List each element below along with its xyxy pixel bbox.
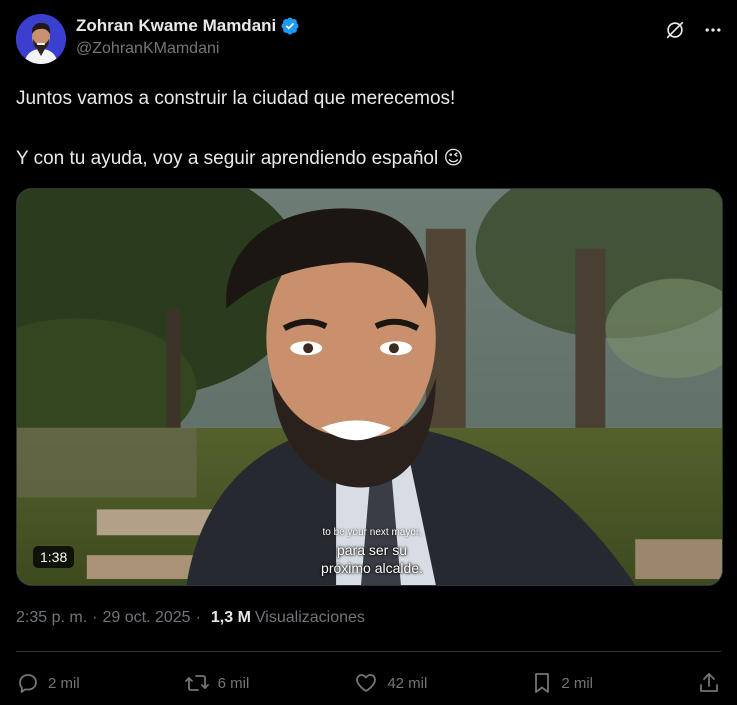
bookmark-button[interactable]: 2 mil	[531, 671, 593, 695]
author-avatar[interactable]	[16, 14, 66, 64]
subtitle-spanish: para ser su próximo alcalde.	[297, 541, 447, 577]
video-player[interactable]: 1:38 to be your next mayor, para ser su …	[16, 188, 723, 586]
tweet-text: Juntos vamos a construir la ciudad que m…	[16, 86, 721, 172]
divider	[16, 651, 721, 652]
tweet-time[interactable]: 2:35 p. m.	[16, 609, 87, 627]
views-count[interactable]: 1,3 M	[211, 609, 251, 627]
repost-icon	[184, 671, 210, 695]
tweet-actions: 2 mil 6 mil 42 mil 2 mil	[16, 668, 721, 698]
repost-button[interactable]: 6 mil	[184, 671, 250, 695]
video-duration-badge: 1:38	[33, 546, 75, 568]
like-button[interactable]: 42 mil	[353, 671, 427, 695]
meta-separator-2: ·	[195, 609, 201, 626]
meta-separator: ·	[92, 609, 98, 626]
more-icon[interactable]	[701, 18, 725, 42]
tweet-meta: 2:35 p. m. · 29 oct. 2025 · 1,3 M Visual…	[16, 609, 365, 627]
author-handle[interactable]: @ZohranKMamdani	[76, 40, 300, 58]
reply-button[interactable]: 2 mil	[16, 671, 80, 695]
subtitle-spanish-line-1: para ser su	[336, 542, 408, 558]
subtitle-english: to be your next mayor,	[322, 527, 422, 538]
tweet-text-line-2: Y con tu ayuda, voy a seguir aprendiendo…	[16, 146, 721, 172]
verified-badge-icon	[280, 16, 300, 36]
tweet-text-line-1: Juntos vamos a construir la ciudad que m…	[16, 88, 456, 109]
video-frame	[17, 189, 722, 585]
tweet-header: Zohran Kwame Mamdani @ZohranKMamdani	[16, 14, 725, 66]
like-count: 42 mil	[387, 674, 428, 692]
subtitle-spanish-line-2: próximo alcalde.	[321, 560, 423, 576]
share-button[interactable]	[697, 671, 721, 695]
reply-icon	[16, 671, 40, 695]
reply-count: 2 mil	[48, 674, 80, 692]
avatar-image	[16, 14, 66, 64]
bookmark-count: 2 mil	[561, 674, 593, 692]
bookmark-icon	[531, 671, 553, 695]
tweet-date[interactable]: 29 oct. 2025	[102, 609, 190, 627]
views-label[interactable]: Visualizaciones	[255, 609, 365, 627]
author-display-name[interactable]: Zohran Kwame Mamdani	[76, 16, 276, 36]
repost-count: 6 mil	[217, 674, 250, 692]
share-icon	[697, 671, 721, 695]
tweet-text-line-2-text: Y con tu ayuda, voy a seguir aprendiendo…	[16, 148, 439, 169]
wink-emoji: 😉	[443, 148, 464, 169]
grok-icon[interactable]	[663, 18, 687, 42]
heart-icon	[353, 671, 379, 695]
